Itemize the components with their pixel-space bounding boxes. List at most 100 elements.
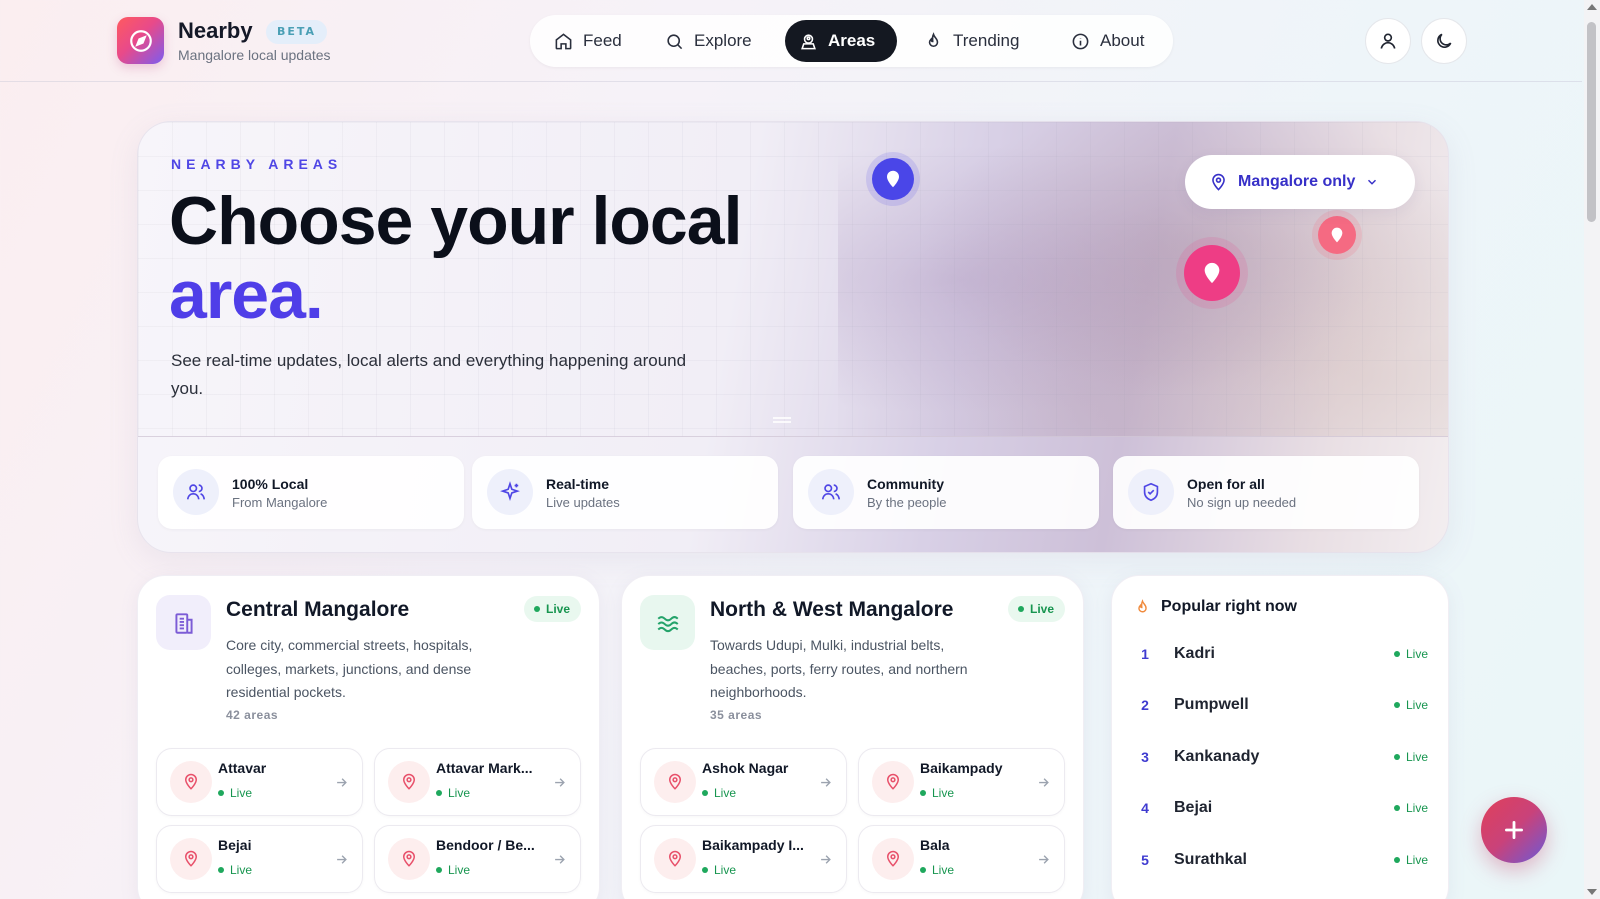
sparkle-icon [487, 469, 533, 515]
hero-eyebrow: NEARBY AREAS [171, 156, 343, 172]
popular-item[interactable]: 5 Surathkal Live [1138, 846, 1428, 876]
region-card-central[interactable]: Central Mangalore Live Core city, commer… [137, 575, 600, 899]
location-pin-icon [388, 761, 430, 803]
moon-icon [1437, 33, 1452, 48]
live-badge: Live [1007, 596, 1065, 622]
area-name: Bendoor / Be... [436, 837, 535, 853]
area-name: Attavar Mark... [436, 760, 533, 776]
feature-open: Open for all No sign up needed [1113, 456, 1419, 529]
nav-explore[interactable]: Explore [651, 20, 766, 62]
popular-rank: 5 [1141, 852, 1149, 868]
nav-explore-label: Explore [694, 31, 752, 50]
area-tile[interactable]: Bendoor / Be... Live [374, 825, 581, 893]
hero-description: See real-time updates, local alerts and … [171, 351, 687, 398]
profile-button[interactable] [1365, 18, 1411, 64]
arrow-right-icon [821, 778, 831, 787]
map-pin-icon [1318, 216, 1356, 254]
popular-rank: 1 [1141, 646, 1149, 662]
add-post-button[interactable] [1481, 797, 1547, 863]
popular-panel: Popular right now 1 Kadri Live 2 Pumpwel… [1111, 575, 1449, 899]
page-scrollbar[interactable] [1584, 0, 1600, 899]
scrollbar-thumb[interactable] [1587, 22, 1596, 222]
feature-subtitle: By the people [867, 495, 947, 510]
hero-divider [138, 436, 1448, 437]
top-bar: Nearby BETA Mangalore local updates Feed… [0, 0, 1582, 82]
nav-areas-label: Areas [828, 31, 876, 50]
person-pin-icon [801, 33, 816, 49]
area-tile[interactable]: Bejai Live [156, 825, 363, 893]
area-tile[interactable]: Attavar Mark... Live [374, 748, 581, 816]
area-tile[interactable]: Baikampady Live [858, 748, 1065, 816]
compass-logo-icon[interactable] [117, 17, 164, 64]
popular-rank: 2 [1141, 697, 1149, 713]
arrow-right-icon [555, 855, 565, 864]
area-tile[interactable]: Baikampady I... Live [640, 825, 847, 893]
location-pin-icon [388, 838, 430, 880]
users-icon [173, 469, 219, 515]
nav-feed[interactable]: Feed [540, 20, 636, 62]
feature-title: Open for all [1187, 476, 1265, 492]
nav-about-label: About [1100, 31, 1145, 50]
area-tile[interactable]: Attavar Live [156, 748, 363, 816]
popular-item[interactable]: 2 Pumpwell Live [1138, 691, 1428, 721]
shield-icon [1128, 469, 1174, 515]
popular-item[interactable]: 3 Kankanady Live [1138, 743, 1428, 773]
region-count: 35 areas [710, 708, 763, 722]
area-tile[interactable]: Ashok Nagar Live [640, 748, 847, 816]
nav-about[interactable]: About [1057, 20, 1158, 62]
location-pin-icon [872, 838, 914, 880]
popular-name: Surathkal [1174, 851, 1247, 868]
popular-name: Pumpwell [1174, 696, 1249, 713]
feature-title: Community [867, 476, 944, 492]
feature-subtitle: Live updates [546, 495, 620, 510]
users-icon [808, 469, 854, 515]
area-status: Live [702, 786, 736, 800]
area-status: Live [920, 786, 954, 800]
popular-status: Live [1393, 647, 1428, 661]
popular-item[interactable]: 4 Bejai Live [1138, 794, 1428, 824]
area-name: Baikampady [920, 760, 1003, 776]
popular-heading: Popular right now [1134, 598, 1297, 616]
area-select-label: Mangalore only [1238, 173, 1356, 190]
map-pin-icon [872, 158, 914, 200]
hero-title: Choose your local area. [169, 184, 742, 333]
area-name: Baikampady I... [702, 837, 804, 853]
feature-title: 100% Local [232, 476, 309, 492]
region-description: Core city, commercial streets, hospitals… [226, 637, 473, 700]
region-card-north-west[interactable]: North & West Mangalore Live Towards Udup… [621, 575, 1084, 899]
location-pin-icon [170, 761, 212, 803]
area-name: Bejai [218, 837, 252, 853]
brand-name[interactable]: Nearby [178, 18, 253, 44]
feature-realtime: Real-time Live updates [472, 456, 778, 529]
arrow-right-icon [337, 855, 347, 864]
popular-rank: 3 [1141, 749, 1149, 765]
waves-icon [640, 595, 695, 650]
area-status: Live [218, 863, 252, 877]
popular-item[interactable]: 1 Kadri Live [1138, 640, 1428, 670]
location-pin-icon [654, 838, 696, 880]
region-description: Towards Udupi, Mulki, industrial belts, … [710, 637, 968, 700]
main-nav: Feed Explore Areas Trending About [530, 15, 1173, 67]
arrow-right-icon [821, 855, 831, 864]
brand-subtitle: Mangalore local updates [178, 47, 331, 63]
area-tile[interactable]: Bala Live [858, 825, 1065, 893]
area-status: Live [436, 786, 470, 800]
area-select-dropdown[interactable]: Mangalore only [1185, 155, 1415, 209]
region-title: Central Mangalore [226, 598, 410, 621]
location-pin-icon [872, 761, 914, 803]
area-status: Live [920, 863, 954, 877]
area-name: Ashok Nagar [702, 760, 789, 776]
nav-trending[interactable]: Trending [910, 20, 1033, 62]
region-title: North & West Mangalore [710, 598, 954, 621]
user-icon [1380, 33, 1396, 49]
nav-areas[interactable]: Areas [785, 20, 897, 62]
feature-subtitle: No sign up needed [1187, 495, 1297, 510]
building-icon [156, 595, 211, 650]
feature-community: Community By the people [793, 456, 1099, 529]
popular-status: Live [1393, 698, 1428, 712]
scroll-down-arrow-icon[interactable] [1587, 889, 1597, 895]
arrow-right-icon [337, 778, 347, 787]
scroll-up-arrow-icon[interactable] [1587, 4, 1597, 10]
hero-title-line2: area. [169, 257, 324, 333]
theme-toggle-button[interactable] [1421, 18, 1467, 64]
